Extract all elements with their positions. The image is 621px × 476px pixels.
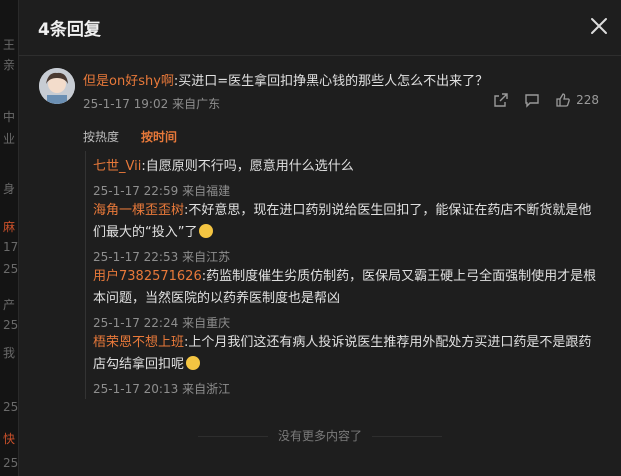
sort-by-time-tab[interactable]: 按时间 xyxy=(141,128,177,145)
sort-by-hot-tab[interactable]: 按热度 xyxy=(83,128,119,145)
reply-location: 来自福建 xyxy=(182,184,231,198)
thread-line xyxy=(85,151,86,399)
comment-location: 来自广东 xyxy=(172,97,221,111)
reply-item: 用户7382571626:药监制度催生劣质仿制药，医保局又霸王硬上弓全面强制使用… xyxy=(93,266,603,334)
like-count: 228 xyxy=(576,93,599,107)
comment-date: 25-1-17 19:02 xyxy=(83,97,169,111)
close-icon[interactable] xyxy=(587,14,611,38)
divider xyxy=(197,436,268,437)
replies-dialog: 4条回复 但是on好shy啊:买进口=医生拿回扣挣黑心钱的那些人怎么不出来了？ … xyxy=(18,0,621,476)
reply-username[interactable]: 用户7382571626 xyxy=(93,269,202,284)
avatar[interactable] xyxy=(39,68,75,104)
background-text: 产 xyxy=(3,298,16,312)
reply-item: 七世_Vii:自愿原则不行吗，愿意用什么选什么 25-1-17 22:59 来自… xyxy=(93,156,603,202)
comment-text: :买进口=医生拿回扣挣黑心钱的那些人怎么不出来了？ xyxy=(173,74,489,89)
reply-text: :自愿原则不行吗，愿意用什么选什么 xyxy=(141,159,354,174)
no-more-content: 没有更多内容了 xyxy=(19,427,621,444)
divider xyxy=(372,436,442,437)
background-text: 25 xyxy=(3,456,19,470)
no-more-label: 没有更多内容了 xyxy=(277,429,362,443)
reply-username[interactable]: 七世_Vii xyxy=(93,159,141,174)
comment-icon[interactable] xyxy=(524,92,540,108)
like-button[interactable]: 228 xyxy=(555,92,599,108)
reply-location: 来自江苏 xyxy=(182,250,231,264)
comment-meta: 25-1-17 19:02 来自广东 xyxy=(83,95,220,112)
main-comment: 但是on好shy啊:买进口=医生拿回扣挣黑心钱的那些人怎么不出来了？ xyxy=(83,70,488,89)
background-text: 17 xyxy=(3,240,19,254)
reply-date: 25-1-17 20:13 xyxy=(93,382,179,396)
background-text: 中 xyxy=(3,110,16,124)
reply-date: 25-1-17 22:53 xyxy=(93,250,179,264)
comment-username[interactable]: 但是on好shy啊 xyxy=(83,74,174,89)
reply-username[interactable]: 梧荣恩不想上班 xyxy=(93,335,184,350)
background-text: 25 xyxy=(3,400,19,414)
dialog-title: 4条回复 xyxy=(38,20,101,40)
background-text: 亲 xyxy=(3,58,16,72)
comment-actions: 228 xyxy=(493,92,599,108)
background-text: 身 xyxy=(3,182,16,196)
reply-item: 海角一棵歪歪树:不好意思，现在进口药别说给医生回扣了，能保证在药店不断货就是他们… xyxy=(93,200,603,268)
reply-location: 来自浙江 xyxy=(182,382,231,396)
reply-location: 来自重庆 xyxy=(182,316,231,330)
sort-tabs: 按热度 按时间 xyxy=(83,128,177,145)
reply-date: 25-1-17 22:59 xyxy=(93,184,179,198)
thumbs-up-icon xyxy=(556,93,570,107)
background-text: 25 xyxy=(3,318,19,332)
reply-username[interactable]: 海角一棵歪歪树 xyxy=(93,203,184,218)
background-text: 王 xyxy=(3,38,16,52)
emoji-icon xyxy=(199,224,214,238)
reply-item: 梧荣恩不想上班:上个月我们这还有病人投诉说医生推荐用外配处方买进口药是不是跟药店… xyxy=(93,332,603,400)
share-icon[interactable] xyxy=(493,92,509,108)
background-text: 快 xyxy=(3,432,16,446)
header-divider xyxy=(19,55,621,56)
reply-date: 25-1-17 22:24 xyxy=(93,316,179,330)
emoji-icon xyxy=(186,356,201,370)
background-text: 25 xyxy=(3,262,19,276)
background-text: 我 xyxy=(3,346,16,360)
background-text: 业 xyxy=(3,132,16,146)
background-text: 麻 xyxy=(3,220,16,234)
